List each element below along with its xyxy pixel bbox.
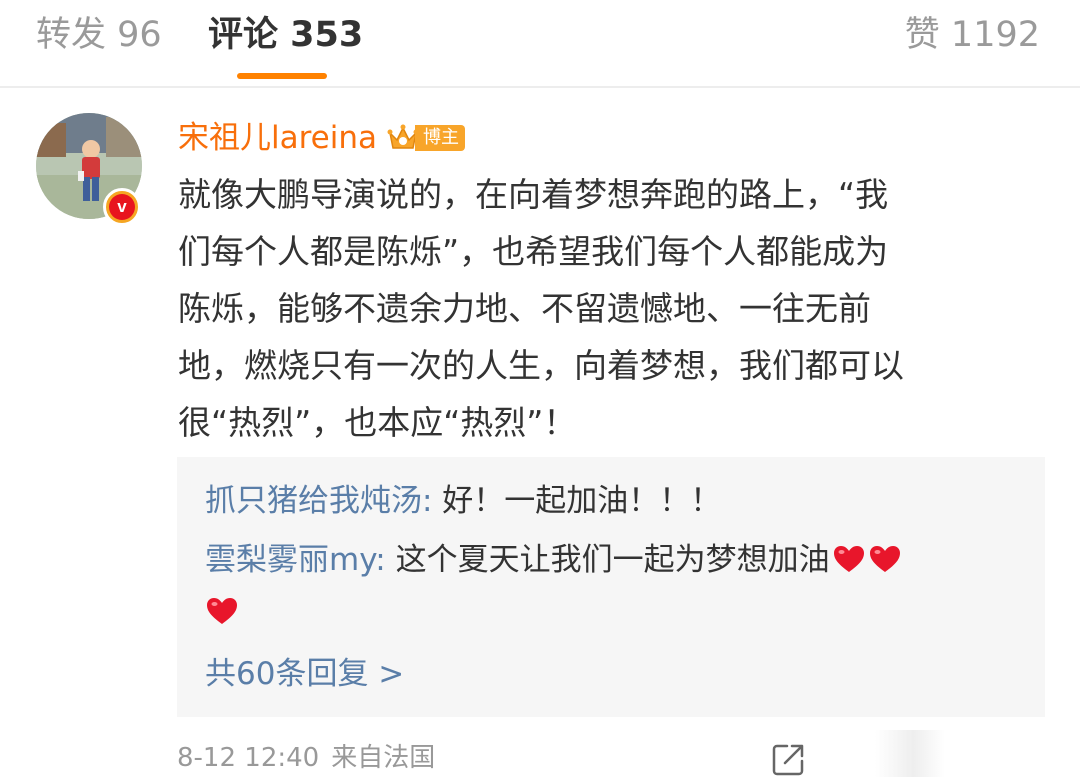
comment-meta: 8-12 12:40 来自法国 — [177, 738, 435, 778]
blogger-badge: 博主 — [387, 123, 466, 153]
username-link[interactable]: 宋祖儿lareina — [178, 116, 377, 160]
verified-badge-icon: v — [103, 188, 141, 226]
share-icon[interactable] — [771, 741, 807, 777]
comment-line: 很“热烈”，也本应“热烈”！ — [178, 403, 577, 442]
action-bar-fade — [875, 730, 945, 777]
comment-line: 们每个人都是陈烁”，也希望我们每个人都能成为 — [178, 232, 889, 271]
comment-line: 地，燃烧只有一次的人生，向着梦想，我们都可以 — [178, 346, 904, 385]
heart-icon — [833, 546, 864, 572]
tab-divider — [0, 86, 1080, 88]
reply-author-link[interactable]: 雲梨雾丽my: — [205, 542, 386, 578]
heart-icon — [869, 546, 900, 572]
reply-text: 好！一起加油！！！ — [432, 483, 722, 519]
reply-item[interactable]: 抓只猪给我炖汤: 好！一起加油！！！ — [205, 474, 721, 528]
heart-icon — [207, 598, 237, 624]
comment-line: 陈烁，能够不遗余力地、不留遗憾地、一往无前 — [178, 289, 871, 328]
reply-item-continued — [205, 585, 239, 639]
comment-time: 8-12 12:40 — [177, 743, 320, 773]
comment-line: 就像大鹏导演说的，在向着梦想奔跑的路上，“我 — [178, 175, 889, 214]
tab-bar: 转发 96 评论 353 赞 1192 — [0, 0, 1080, 86]
replies-box[interactable]: 抓只猪给我炖汤: 好！一起加油！！！ 雲梨雾丽my: 这个夏天让我们一起为梦想加… — [177, 457, 1045, 717]
comment-source: 来自法国 — [331, 743, 436, 773]
username-row: 宋祖儿lareina 博主 — [178, 113, 466, 163]
more-replies-link[interactable]: 共60条回复 > — [205, 647, 404, 701]
reply-text: 这个夏天让我们一起为梦想加油 — [385, 542, 830, 578]
reply-author-link[interactable]: 抓只猪给我炖汤: — [205, 483, 432, 519]
verified-badge-label: v — [109, 194, 135, 220]
comment-text: 就像大鹏导演说的，在向着梦想奔跑的路上，“我 们每个人都是陈烁”，也希望我们每个… — [178, 166, 1038, 451]
tab-comment[interactable]: 评论 353 — [208, 14, 363, 56]
reply-item[interactable]: 雲梨雾丽my: 这个夏天让我们一起为梦想加油 — [205, 533, 902, 587]
tab-repost[interactable]: 转发 96 — [36, 14, 162, 56]
blogger-label: 博主 — [415, 125, 466, 151]
tab-like[interactable]: 赞 1192 — [905, 14, 1040, 56]
active-tab-indicator — [237, 73, 327, 79]
